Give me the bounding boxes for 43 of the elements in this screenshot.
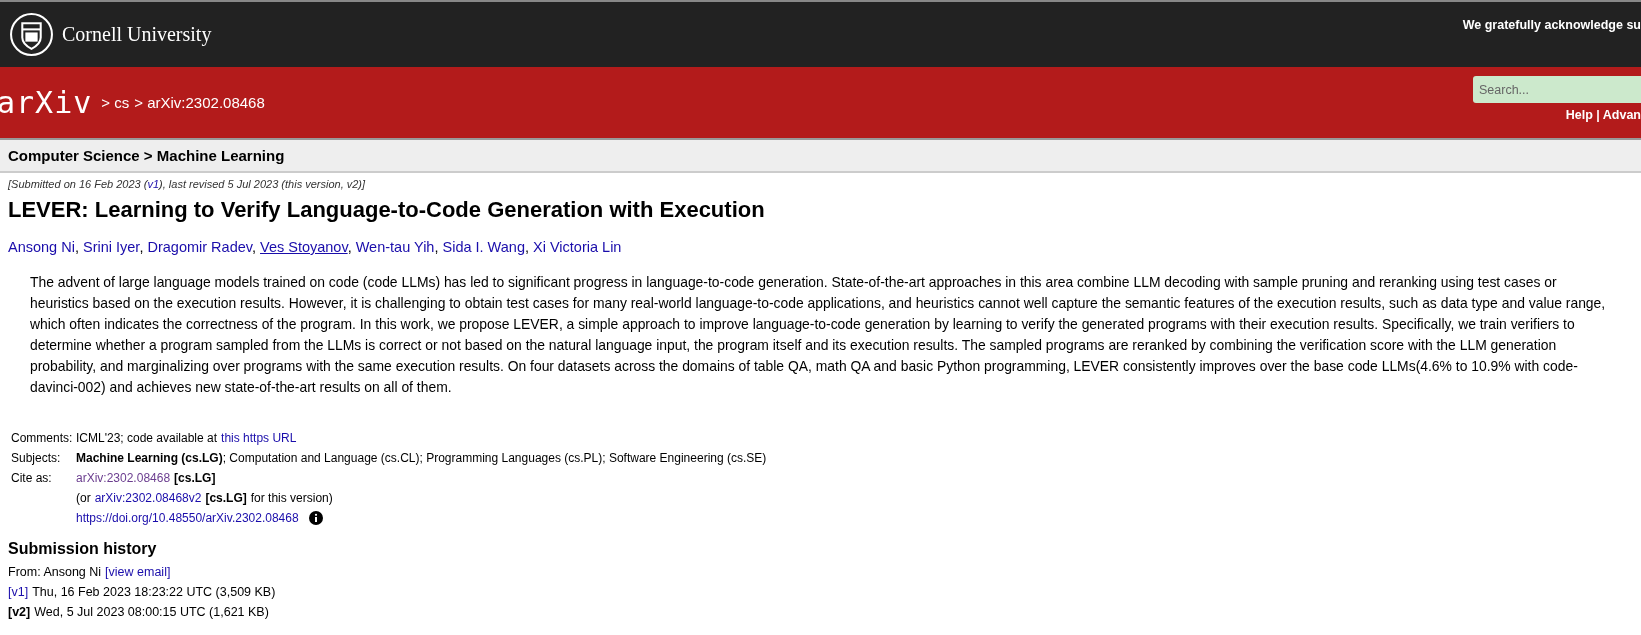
author-link[interactable]: Ansong Ni [8,239,75,255]
search-field[interactable]: Search... [1473,76,1641,103]
submission-dateline: [Submitted on 16 Feb 2023 (v1), last revised 5 Jul 2023 (this version, v2)] [8,178,367,190]
version-date: Thu, 16 Feb 2023 18:23:22 UTC (3,509 KB) [32,584,276,601]
text: From: Ansong Ni [8,564,102,581]
version-date: Wed, 5 Jul 2023 08:00:15 UTC (1,621 KB) [34,604,269,621]
seal-icon[interactable] [9,12,54,57]
field-label: Subjects: [10,450,62,467]
field-label: Comments: [10,430,74,447]
text: ICML'23; code available at [76,430,218,447]
author-link[interactable]: Ves Stoyanov [260,239,348,255]
info-icon[interactable] [308,511,323,525]
link[interactable]: https://doi.org/10.48550/arXiv.2302.08468 [76,508,299,528]
field-label: Cite as: [10,470,53,487]
text: Machine Learning (cs.LG); Computation and Language (cs.CL); Programming Languages (cs.PL); Software Engineering (cs.SE) [76,450,767,467]
section-heading: Submission history [8,540,158,558]
comma: , [524,239,529,255]
help-links[interactable]: Help | Advan [1565,108,1641,122]
link[interactable]: [view email] [105,562,171,582]
category-tag: [cs.LG] [174,468,216,488]
comma: , [139,239,144,255]
text: (or [76,490,91,507]
link[interactable]: arXiv:2302.08468v2 [94,488,202,508]
version-link[interactable]: [v1] [8,582,29,602]
comma: , [434,239,439,255]
category-tag: [cs.LG] [205,488,247,508]
link[interactable]: this https URL [221,428,297,448]
text: for this version) [250,490,333,507]
comma: , [74,239,79,255]
abstract-text: The advent of large language models trained on code (code LLMs) has led to significant progress in language-to-code generation. State-of-the-art approaches in this area combine LLM decoding with sample pruning and reranking using test cases or heuristics based on the execution results. However, it is challenging to obtain test cases for many real-world language-to-code applications, and heuristics cannot well capture the semantic features of the execution results, such as data type and value range, which often indicates the correctness of the program. In this work, we propose LEVER, a simple approach to improve language-to-code generation by learning to verify the generated programs with their execution results. Specifically, we train verifiers to determine whether a program sampled from the LLMs is correct or not based on the natural language input, the program itself and its execution results. The sampled programs are reranked by combining the verification score with the LLM generation probability, and marginalizing over programs with the same execution results. On four datasets across the domains of table QA, math QA and basic Python programming, LEVER consistently improves over the base code LLMs(4.6% to 10.9% with code-davinci-002) and achieves new state-of-the-art results on all of them. [30,273,1607,397]
acknowledgement-text: We gratefully acknowledge su [1462,18,1641,32]
author-link[interactable]: Xi Victoria Lin [533,239,622,255]
category-breadcrumb[interactable]: Computer Science > Machine Learning [0,140,1641,173]
breadcrumb-link[interactable]: > cs [101,94,130,111]
author-link[interactable]: Sida I. Wang [442,239,525,255]
author-link[interactable]: Wen-tau Yih [355,239,435,255]
paper-title: LEVER: Learning to Verify Language-to-Code Generation with Execution [8,197,766,223]
breadcrumb-link[interactable]: > arXiv:2302.08468 [134,94,265,111]
author-link[interactable]: Srini Iyer [82,239,140,255]
link[interactable]: arXiv:2302.08468 [76,468,171,488]
author-link[interactable]: Dragomir Radev [147,239,252,255]
version-label: [v2] [8,604,31,621]
university-name[interactable]: Cornell University [62,23,212,46]
